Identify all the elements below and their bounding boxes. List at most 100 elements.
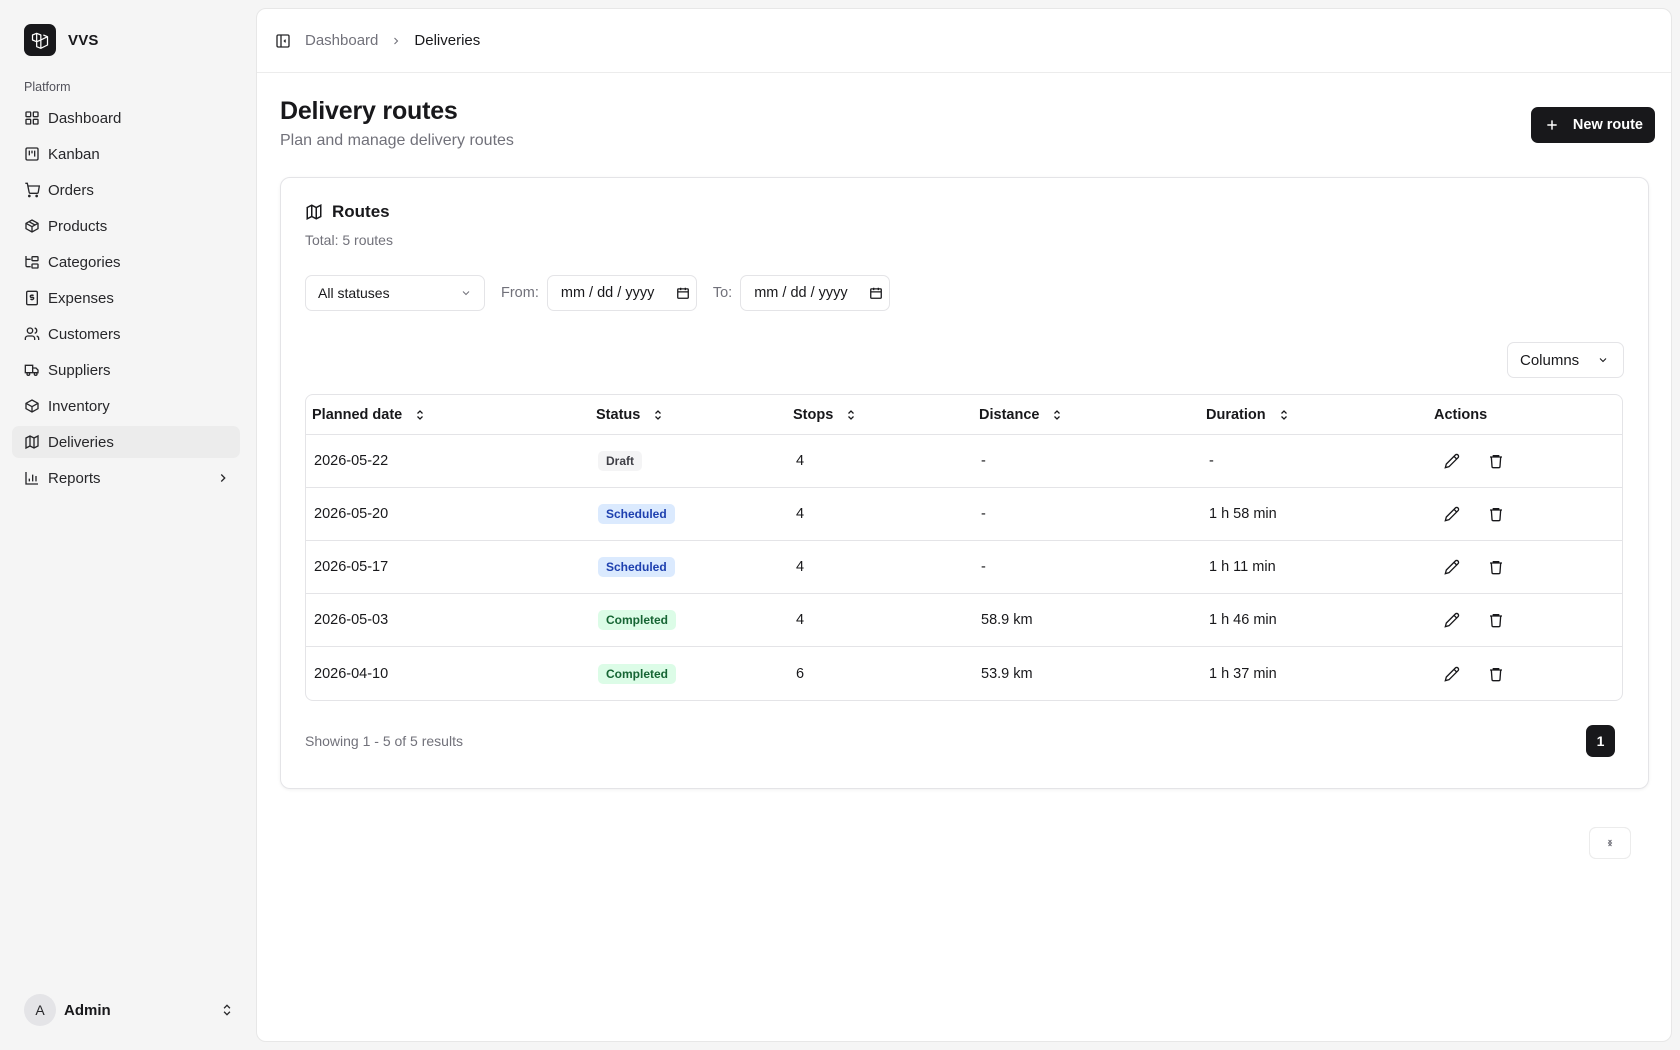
chevron-right-icon — [220, 474, 226, 482]
routes-card: Routes Total: 5 routes All statuses From… — [280, 177, 1649, 859]
delete-button[interactable] — [1480, 498, 1512, 530]
cell-duration: 1 h 37 min — [1209, 665, 1277, 682]
status-filter-select[interactable]: All statuses — [305, 275, 485, 311]
cell-duration: 1 h 58 min — [1209, 506, 1277, 522]
sort-icon[interactable] — [414, 409, 426, 421]
pencil-icon — [1444, 666, 1460, 682]
table-row: 2026-05-22 Draft 4 - - — [306, 435, 1622, 488]
edit-button[interactable] — [1436, 551, 1468, 583]
cell-distance: - — [981, 453, 986, 469]
sort-icon[interactable] — [1278, 409, 1290, 421]
trash-icon — [1490, 455, 1502, 469]
status-badge: Completed — [598, 663, 677, 684]
avatar: A — [24, 994, 56, 1026]
cell-duration: - — [1209, 453, 1214, 469]
to-date-input[interactable]: mm / dd / yyyy — [740, 275, 891, 311]
sidebar-item-kanban[interactable]: Kanban — [12, 138, 240, 170]
sidebar-item-suppliers[interactable]: Suppliers — [12, 354, 240, 386]
status-badge: Scheduled — [598, 504, 675, 524]
column-header-distance[interactable]: Distance — [979, 395, 1063, 434]
header-label: Actions — [1434, 406, 1488, 423]
cell-planned-date: 2026-05-20 — [314, 506, 389, 522]
sort-icon[interactable] — [845, 409, 857, 421]
sidebar-nav: Dashboard Kanban Orders Products Categor… — [12, 102, 240, 498]
cell-distance: 58.9 km — [981, 612, 1033, 628]
columns-button[interactable]: Columns — [1507, 342, 1624, 378]
cell-planned-date: 2026-05-03 — [314, 612, 389, 628]
sidebar-toggle-icon[interactable] — [275, 33, 291, 49]
column-header-stops[interactable]: Stops — [793, 395, 857, 434]
header-label: Status — [596, 406, 641, 423]
trash-icon — [1490, 667, 1502, 681]
column-header-planned-date[interactable]: Planned date — [312, 395, 426, 434]
filters-bar: All statuses From: mm / dd / yyyy To: mm… — [305, 275, 891, 311]
edit-button[interactable] — [1436, 498, 1468, 530]
calendar-icon[interactable] — [676, 286, 690, 300]
delete-button[interactable] — [1480, 445, 1512, 477]
edit-button[interactable] — [1436, 658, 1468, 690]
sidebar-item-inventory[interactable]: Inventory — [12, 390, 240, 422]
sidebar-item-expenses[interactable]: Expenses — [12, 282, 240, 314]
box-icon — [25, 399, 39, 413]
edit-action — [1436, 435, 1468, 487]
delete-action — [1480, 541, 1512, 593]
cell-duration: 1 h 11 min — [1209, 559, 1276, 575]
truck-icon — [24, 364, 39, 376]
sidebar-item-label: Products — [48, 217, 108, 235]
cell-duration: 1 h 46 min — [1209, 612, 1277, 628]
cell-status: Completed — [598, 594, 677, 646]
cell-stops: 4 — [796, 612, 805, 628]
table-row: 2026-05-20 Scheduled 4 - 1 h 58 min — [306, 488, 1622, 541]
delete-action — [1480, 435, 1512, 487]
new-route-button[interactable]: New route — [1530, 107, 1655, 143]
delete-button[interactable] — [1480, 604, 1512, 636]
chevron-right-icon — [1608, 839, 1613, 847]
sidebar-item-categories[interactable]: Categories — [12, 246, 240, 278]
page-button-current[interactable]: 1 — [1586, 725, 1615, 757]
sidebar: VVS Platform Dashboard Kanban Orders Pro… — [0, 0, 256, 1050]
to-date-value: mm / dd / yyyy — [754, 285, 848, 301]
topbar: Dashboard Deliveries — [257, 9, 1671, 73]
breadcrumb-dashboard[interactable]: Dashboard — [305, 32, 378, 49]
edit-button[interactable] — [1436, 604, 1468, 636]
bar-chart-icon — [25, 472, 38, 485]
sidebar-item-orders[interactable]: Orders — [12, 174, 240, 206]
layout-grid-icon — [25, 111, 39, 125]
header-label: Distance — [979, 406, 1040, 423]
cell-status: Scheduled — [598, 541, 675, 593]
to-label: To: — [712, 285, 733, 301]
cell-distance: 53.9 km — [981, 665, 1033, 682]
sort-icon[interactable] — [652, 409, 664, 421]
sidebar-item-label: Reports — [48, 469, 101, 487]
column-header-status[interactable]: Status — [596, 395, 664, 434]
edit-action — [1436, 647, 1468, 700]
from-date-input[interactable]: mm / dd / yyyy — [546, 275, 697, 311]
sidebar-item-reports[interactable]: Reports — [12, 462, 240, 494]
sidebar-item-customers[interactable]: Customers — [12, 318, 240, 350]
columns-label: Columns — [1520, 351, 1580, 369]
cell-planned-date: 2026-04-10 — [314, 665, 389, 682]
edit-button[interactable] — [1436, 445, 1468, 477]
pencil-icon — [1444, 559, 1460, 575]
pencil-icon — [1444, 506, 1460, 522]
calendar-icon[interactable] — [869, 286, 883, 300]
sidebar-item-products[interactable]: Products — [12, 210, 240, 242]
breadcrumb-current: Deliveries — [414, 32, 481, 49]
header-label: Duration — [1206, 406, 1266, 423]
delete-button[interactable] — [1480, 658, 1512, 690]
column-header-actions: Actions — [1434, 395, 1487, 434]
sidebar-item-deliveries[interactable]: Deliveries — [12, 426, 240, 458]
plus-icon — [1547, 120, 1557, 130]
sidebar-item-dashboard[interactable]: Dashboard — [12, 102, 240, 134]
delete-button[interactable] — [1480, 551, 1512, 583]
users-icon — [24, 327, 40, 340]
user-menu[interactable]: A Admin — [24, 994, 234, 1026]
column-header-duration[interactable]: Duration — [1206, 395, 1290, 434]
next-page-button[interactable] — [1589, 827, 1631, 859]
sort-icon[interactable] — [1051, 409, 1063, 421]
card-title-label: Routes — [332, 202, 390, 221]
breadcrumb: Dashboard Deliveries — [305, 32, 480, 49]
from-label: From: — [501, 285, 539, 301]
brand[interactable]: VVS — [24, 24, 99, 56]
delete-action — [1480, 594, 1512, 646]
